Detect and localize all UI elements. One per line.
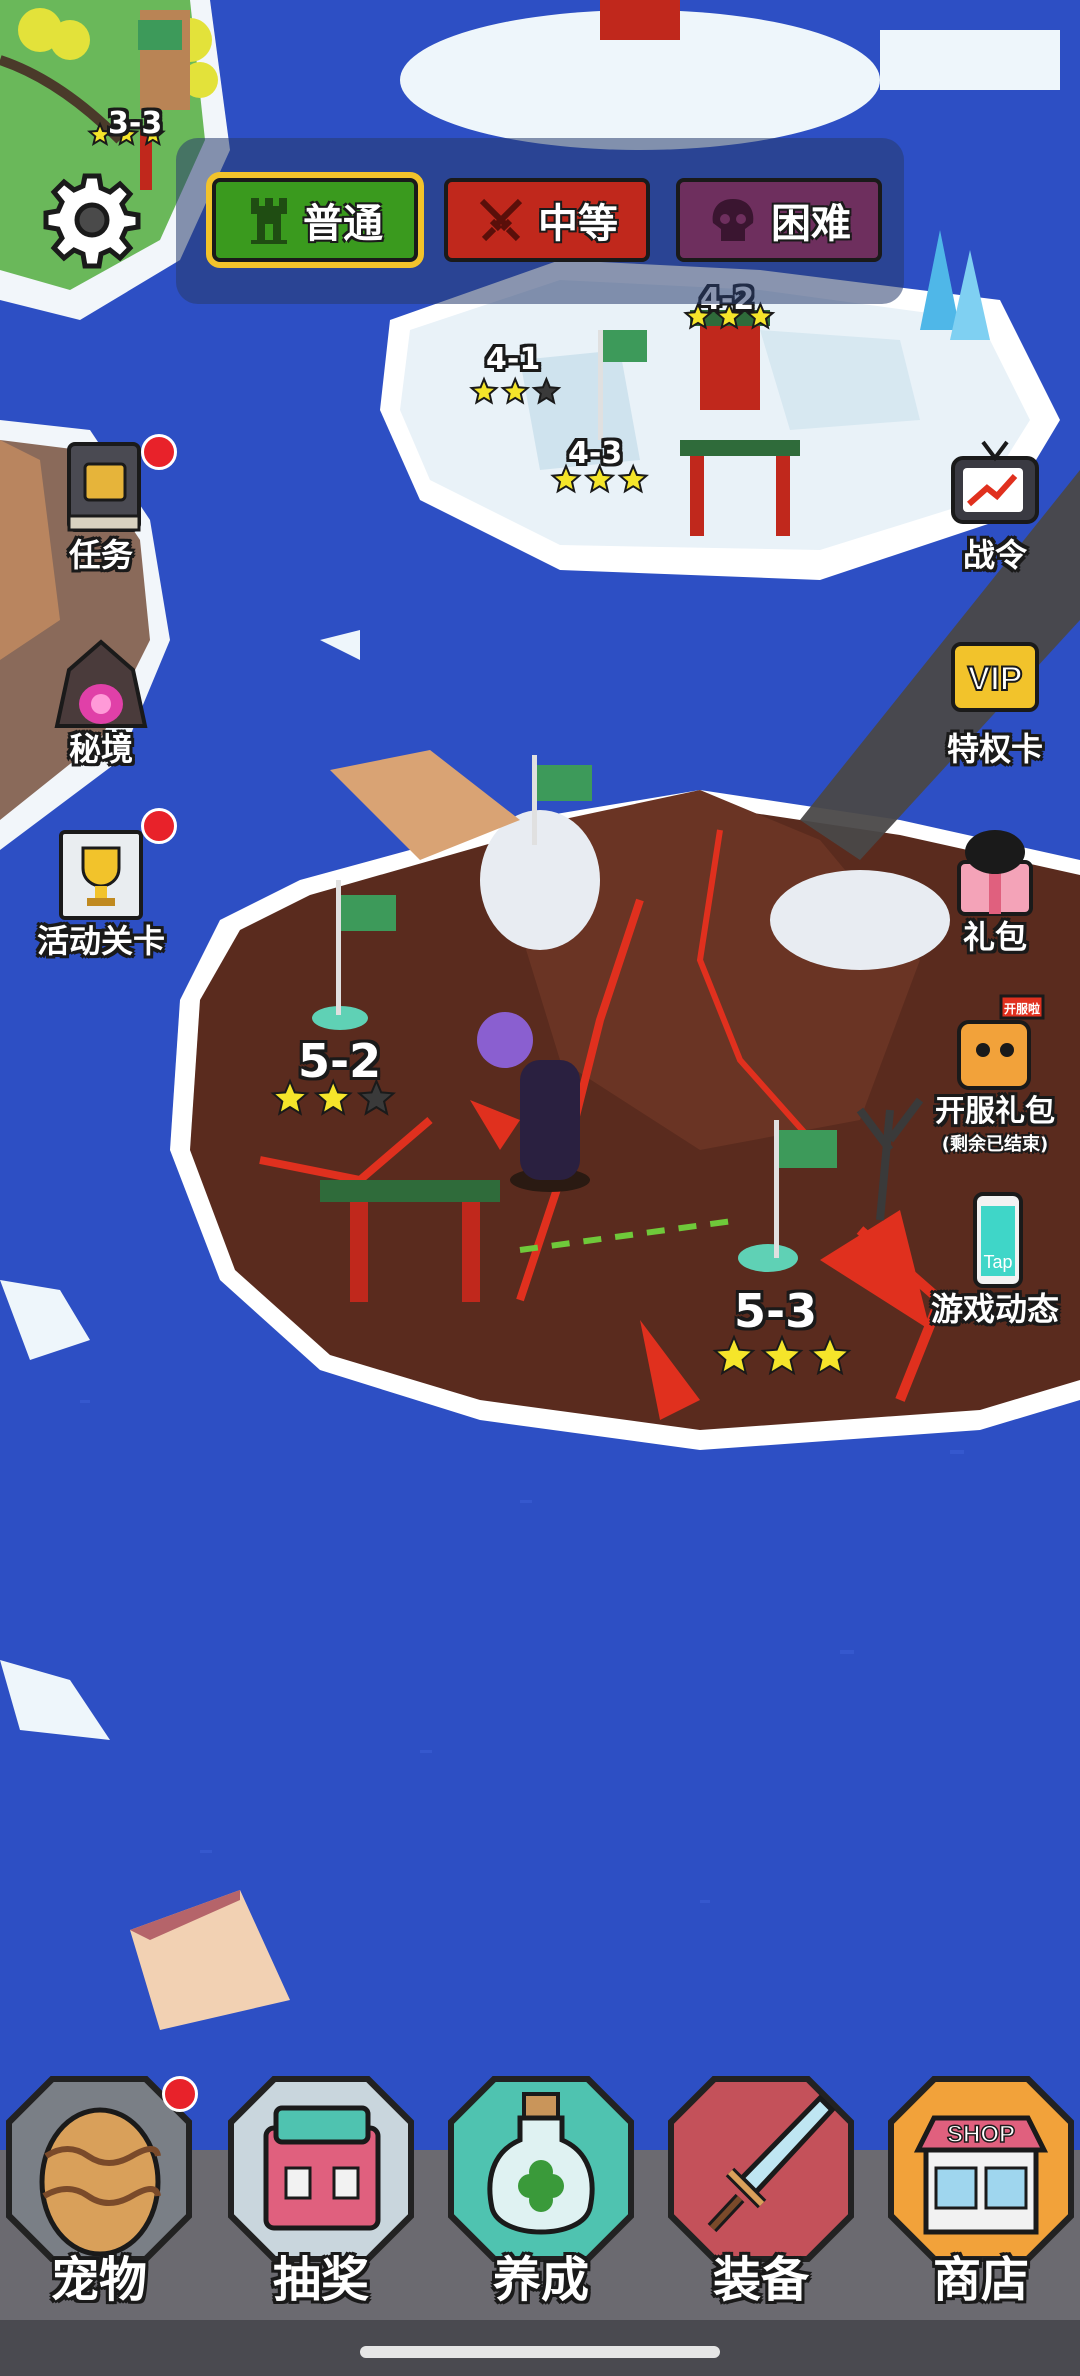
difficulty-label-normal: 普通 [303, 201, 383, 247]
notification-badge [141, 434, 177, 470]
nav-equipment[interactable]: 装备 [668, 2076, 854, 2308]
nav-lottery-label: 抽奖 [272, 2252, 369, 2308]
sword-icon [707, 2094, 836, 2233]
tap-phone-icon: Tap [943, 1190, 1047, 1294]
side-menu-battle-pass[interactable]: 战令 [920, 436, 1070, 576]
shop-icon: SHOP [913, 2115, 1049, 2235]
stage-label-5-2[interactable]: 5-2 [298, 1034, 381, 1088]
launch-gift-badge-text: 开服啦 [1004, 1001, 1040, 1016]
side-menu-game-news[interactable]: Tap 游戏动态 [920, 1190, 1070, 1330]
settings-button[interactable] [42, 170, 142, 270]
skull-icon [712, 199, 754, 241]
castle-icon [251, 198, 287, 244]
stage-label-3-3[interactable]: 3-3 [108, 106, 162, 141]
shop-sign-text: SHOP [947, 2121, 1015, 2148]
nav-pet[interactable]: 宠物 [6, 2076, 198, 2308]
notification-badge [141, 808, 177, 844]
stage-label-4-3[interactable]: 4-3 [568, 436, 622, 471]
stage-label-5-3[interactable]: 5-3 [734, 1284, 817, 1338]
nav-cultivate-label: 养成 [492, 2252, 589, 2308]
side-menu-vip-card[interactable]: VIP 特权卡 [920, 630, 1070, 770]
home-indicator[interactable] [360, 2346, 720, 2358]
notification-badge [162, 2076, 198, 2112]
launch-gift-icon: 开服啦 [943, 992, 1047, 1096]
difficulty-tab-medium[interactable]: 中等 [444, 178, 650, 262]
side-menu-gift-pack[interactable]: 礼包 [920, 818, 1070, 958]
difficulty-label-hard: 困难 [771, 201, 851, 247]
difficulty-tab-hard[interactable]: 困难 [676, 178, 882, 262]
nav-cultivate[interactable]: 养成 [448, 2076, 634, 2308]
battle-pass-tv-icon [943, 436, 1047, 540]
pet-egg-icon [39, 2107, 161, 2256]
clover-bottle-icon [487, 2092, 595, 2235]
nav-shop-label: 商店 [932, 2252, 1029, 2308]
quest-book-icon [49, 434, 177, 540]
side-menu-secret-realm[interactable]: 秘境 [26, 630, 176, 770]
difficulty-selector: 普通 中等 困难 [176, 138, 904, 304]
lottery-box-icon [263, 2105, 381, 2231]
vip-badge-text: VIP [968, 660, 1023, 698]
secret-cave-icon [49, 630, 153, 734]
vip-card-icon: VIP [943, 630, 1047, 734]
gift-box-icon [943, 818, 1047, 922]
nav-shop[interactable]: SHOP 商店 [888, 2076, 1074, 2308]
crossed-swords-icon [479, 198, 523, 242]
event-trophy-icon [49, 808, 177, 926]
stage-label-4-1[interactable]: 4-1 [486, 342, 540, 377]
tap-phone-text: Tap [983, 1252, 1012, 1272]
side-menu-quest[interactable]: 任务 [26, 434, 177, 576]
difficulty-tab-normal[interactable]: 普通 [206, 172, 424, 268]
nav-equipment-label: 装备 [712, 2252, 809, 2308]
gear-icon [43, 173, 141, 269]
side-menu-launch-gift-sublabel: (剩余已结束) [941, 1134, 1049, 1155]
side-menu-event-stage[interactable]: 活动关卡 [26, 808, 177, 962]
difficulty-label-medium: 中等 [538, 201, 618, 247]
side-menu-launch-gift[interactable]: 开服啦 开服礼包 (剩余已结束) [916, 992, 1074, 1156]
nav-lottery[interactable]: 抽奖 [228, 2076, 414, 2308]
nav-pet-label: 宠物 [50, 2252, 147, 2308]
